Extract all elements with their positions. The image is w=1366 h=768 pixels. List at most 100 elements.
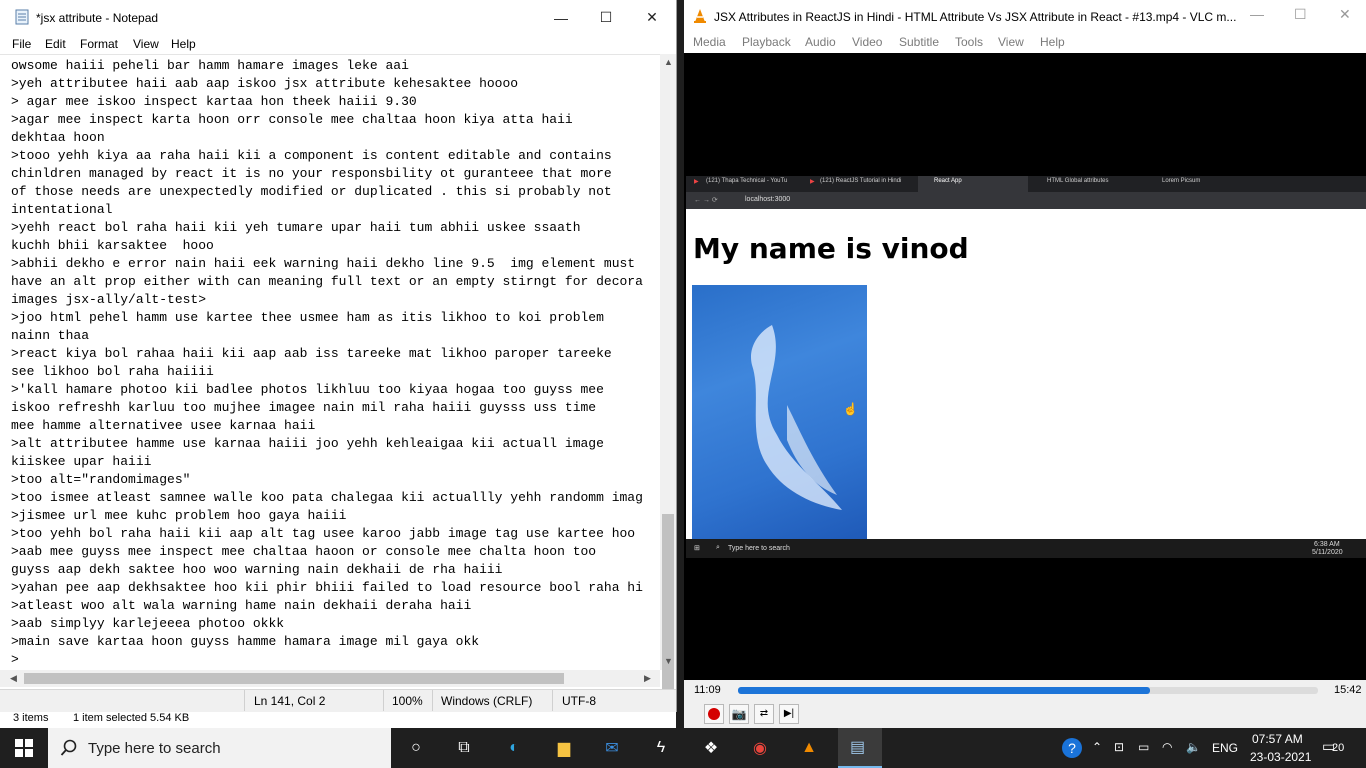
status-separator [432, 690, 433, 711]
help-icon[interactable]: ? [1062, 738, 1082, 758]
chevron-up-icon[interactable]: ⌃ [1092, 740, 1102, 754]
vlc-time-total: 15:42 [1334, 684, 1362, 696]
vlc-frame-step-button[interactable]: ▶| [779, 704, 799, 724]
video-tab: HTML Global attributes [1047, 178, 1109, 184]
horizontal-scroll-thumb[interactable] [24, 673, 564, 684]
search-icon [60, 739, 77, 756]
vlc-seekbar-fill [738, 687, 1150, 694]
video-tab: (121) Thapa Technical - YouTu [706, 178, 788, 184]
video-tab: React App [934, 178, 962, 184]
scroll-right-icon[interactable]: ▶ [644, 673, 651, 684]
mail-icon[interactable]: ✉ [600, 737, 624, 759]
volume-icon[interactable]: 🔈 [1186, 740, 1201, 754]
vlc-titlebar[interactable]: JSX Attributes in ReactJS in Hindi - HTM… [684, 0, 1366, 32]
file-explorer-icon[interactable]: ▆ [552, 737, 576, 759]
scroll-down-icon[interactable]: ▼ [664, 656, 673, 666]
vlc-minimize-button[interactable]: — [1250, 6, 1264, 22]
notepad-taskbar-icon: ▤ [850, 739, 866, 756]
video-address: localhost:3000 [745, 196, 791, 203]
language-indicator[interactable]: ENG [1212, 741, 1238, 755]
vlc-menu-view[interactable]: View [998, 35, 1024, 49]
vlc-time-elapsed: 11:09 [694, 684, 721, 696]
vlc-menu-video[interactable]: Video [852, 35, 882, 49]
start-button[interactable] [0, 728, 48, 768]
video-clock-date: 5/11/2020 [1312, 549, 1343, 556]
status-separator [244, 690, 245, 711]
battery-icon[interactable]: ▭ [1138, 740, 1149, 754]
app-bolt-icon[interactable]: ϟ [649, 737, 673, 759]
task-view-icon[interactable]: ⧉ [452, 737, 476, 759]
notepad-minimize-button[interactable]: — [538, 0, 584, 35]
video-taskbar-search: Type here to search [728, 545, 790, 552]
video-tab: Lorem Picsum [1162, 178, 1201, 184]
taskbar-search-box[interactable]: Type here to search [48, 728, 391, 768]
notepad-close-button[interactable]: ✕ [629, 0, 675, 35]
explorer-item-count: 3 items [13, 712, 49, 724]
menu-file[interactable]: File [12, 37, 31, 51]
video-page-heading: My name is vinod [693, 232, 969, 265]
status-separator [552, 690, 553, 711]
status-separator [383, 690, 384, 711]
cloud-image [692, 285, 867, 539]
record-icon [708, 708, 720, 720]
vlc-record-button[interactable] [704, 704, 724, 724]
dropbox-icon[interactable]: ❖ [699, 737, 723, 759]
taskbar-search-placeholder: Type here to search [88, 740, 221, 757]
notepad-icon [15, 9, 29, 25]
vlc-taskbar-icon[interactable]: ▲ [797, 737, 821, 759]
cursor-hand-icon: ☝ [843, 402, 858, 416]
video-tab: (121) ReactJS Tutorial in Hindi [820, 178, 902, 184]
meet-now-icon[interactable]: ⊡ [1114, 740, 1124, 754]
vlc-title: JSX Attributes in ReactJS in Hindi - HTM… [714, 10, 1237, 24]
vlc-maximize-button[interactable]: ☐ [1294, 6, 1307, 23]
vlc-menu-audio[interactable]: Audio [805, 35, 836, 49]
vlc-menu-tools[interactable]: Tools [955, 35, 983, 49]
vlc-menu-playback[interactable]: Playback [742, 35, 791, 49]
cortana-icon[interactable]: ○ [404, 737, 428, 759]
loop-ab-icon: ⇄ [759, 708, 769, 719]
edge-icon[interactable]: ◐ [502, 737, 526, 759]
notification-count: 20 [1332, 742, 1345, 754]
notification-center-button[interactable]: ▭ 20 [1322, 736, 1348, 758]
menu-edit[interactable]: Edit [45, 37, 66, 51]
browser-nav-icons: ← → ⟳ [694, 197, 718, 204]
explorer-statusbar: 3 items 1 item selected 5.54 KB [0, 712, 676, 729]
status-zoom: 100% [392, 694, 423, 708]
wifi-icon[interactable]: ◠ [1162, 740, 1172, 754]
notepad-text-area[interactable]: owsome haiii peheli bar hamm hamare imag… [0, 54, 660, 671]
status-line-ending: Windows (CRLF) [441, 694, 533, 708]
video-search-icon: ⌕ [716, 544, 720, 551]
cloud-shape [751, 325, 842, 510]
vlc-menu-media[interactable]: Media [693, 35, 726, 49]
scroll-left-icon[interactable]: ◀ [10, 673, 17, 684]
vlc-menu-subtitle[interactable]: Subtitle [899, 35, 939, 49]
youtube-icon: ▶ [810, 179, 815, 185]
notepad-title: *jsx attribute - Notepad [36, 11, 159, 25]
chrome-icon[interactable]: ◉ [748, 737, 772, 759]
vlc-loop-ab-button[interactable]: ⇄ [754, 704, 774, 724]
vlc-cone-icon [694, 9, 706, 23]
scroll-up-icon[interactable]: ▲ [664, 57, 673, 67]
menu-format[interactable]: Format [80, 37, 118, 51]
status-encoding: UTF-8 [562, 694, 596, 708]
menu-help[interactable]: Help [171, 37, 196, 51]
video-clock-time: 6:38 AM [1314, 541, 1340, 548]
vlc-snapshot-button[interactable]: 📷 [729, 704, 749, 724]
vlc-close-button[interactable]: ✕ [1339, 6, 1351, 23]
menu-view[interactable]: View [133, 37, 159, 51]
windows-logo-icon [15, 739, 33, 757]
clock-date[interactable]: 23-03-2021 [1250, 750, 1311, 764]
vertical-scroll-thumb[interactable] [662, 514, 674, 706]
notepad-taskbar-active[interactable]: ▤ [838, 728, 882, 768]
youtube-icon: ▶ [694, 179, 699, 185]
notepad-text-content[interactable]: owsome haiii peheli bar hamm hamare imag… [11, 57, 643, 669]
explorer-selection: 1 item selected 5.54 KB [73, 712, 190, 724]
notepad-vertical-scrollbar[interactable]: ▲ ▼ [660, 54, 676, 706]
notepad-horizontal-scrollbar[interactable]: ◀ ▶ [0, 670, 660, 687]
video-windows-icon: ⊞ [694, 545, 700, 552]
clock-time[interactable]: 07:57 AM [1252, 732, 1303, 746]
camera-icon: 📷 [731, 707, 747, 721]
vlc-menu-help[interactable]: Help [1040, 35, 1065, 49]
notepad-maximize-button[interactable]: ☐ [583, 0, 629, 35]
status-position: Ln 141, Col 2 [254, 694, 326, 708]
